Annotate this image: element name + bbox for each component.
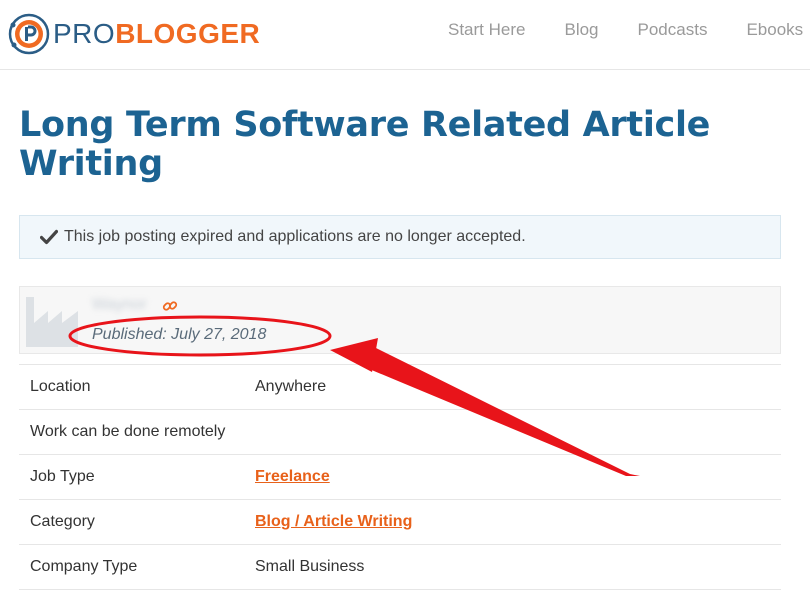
factory-icon — [26, 297, 78, 347]
details-label: Job Type — [30, 468, 95, 485]
checkmark-icon — [40, 229, 58, 245]
category-link[interactable]: Blog / Article Writing — [255, 513, 412, 530]
job-details-table: Location Anywhere Work can be done remot… — [19, 364, 781, 590]
logo-text: PROBLOGGER — [53, 20, 260, 48]
problogger-logo[interactable]: PROBLOGGER — [8, 12, 260, 56]
job-type-link[interactable]: Freelance — [255, 468, 330, 485]
logo-text-blogger: BLOGGER — [115, 18, 261, 49]
details-value: Anywhere — [255, 378, 327, 395]
details-label: Work can be done remotely — [30, 423, 226, 440]
details-row-job-type: Job Type Freelance — [19, 455, 781, 500]
details-row-location: Location Anywhere — [19, 365, 781, 410]
nav-start-here[interactable]: Start Here — [448, 20, 525, 40]
company-name[interactable]: Waynor — [92, 296, 147, 314]
details-label: Location — [30, 378, 91, 395]
logo-text-pro: PRO — [53, 18, 116, 49]
published-date: Published: July 27, 2018 — [92, 326, 267, 343]
details-label: Company Type — [30, 558, 138, 575]
details-row-category: Category Blog / Article Writing — [19, 500, 781, 545]
company-block: Waynor Published: July 27, 2018 — [19, 286, 781, 354]
nav-blog[interactable]: Blog — [564, 20, 598, 40]
details-row-company-type: Company Type Small Business — [19, 545, 781, 590]
details-label: Category — [30, 513, 95, 530]
problogger-logo-icon — [8, 13, 50, 55]
job-title: Long Term Software Related Article Writi… — [19, 105, 711, 184]
expired-notice: This job posting expired and application… — [19, 215, 781, 259]
main-nav: Start Here Blog Podcasts Ebooks — [448, 20, 810, 40]
link-icon[interactable] — [162, 298, 178, 319]
nav-podcasts[interactable]: Podcasts — [638, 20, 708, 40]
site-header: PROBLOGGER Start Here Blog Podcasts Eboo… — [0, 0, 810, 70]
details-value: Small Business — [255, 558, 365, 575]
expired-notice-text: This job posting expired and application… — [64, 228, 526, 245]
details-row-remote: Work can be done remotely — [19, 410, 781, 455]
nav-ebooks[interactable]: Ebooks — [746, 20, 803, 40]
